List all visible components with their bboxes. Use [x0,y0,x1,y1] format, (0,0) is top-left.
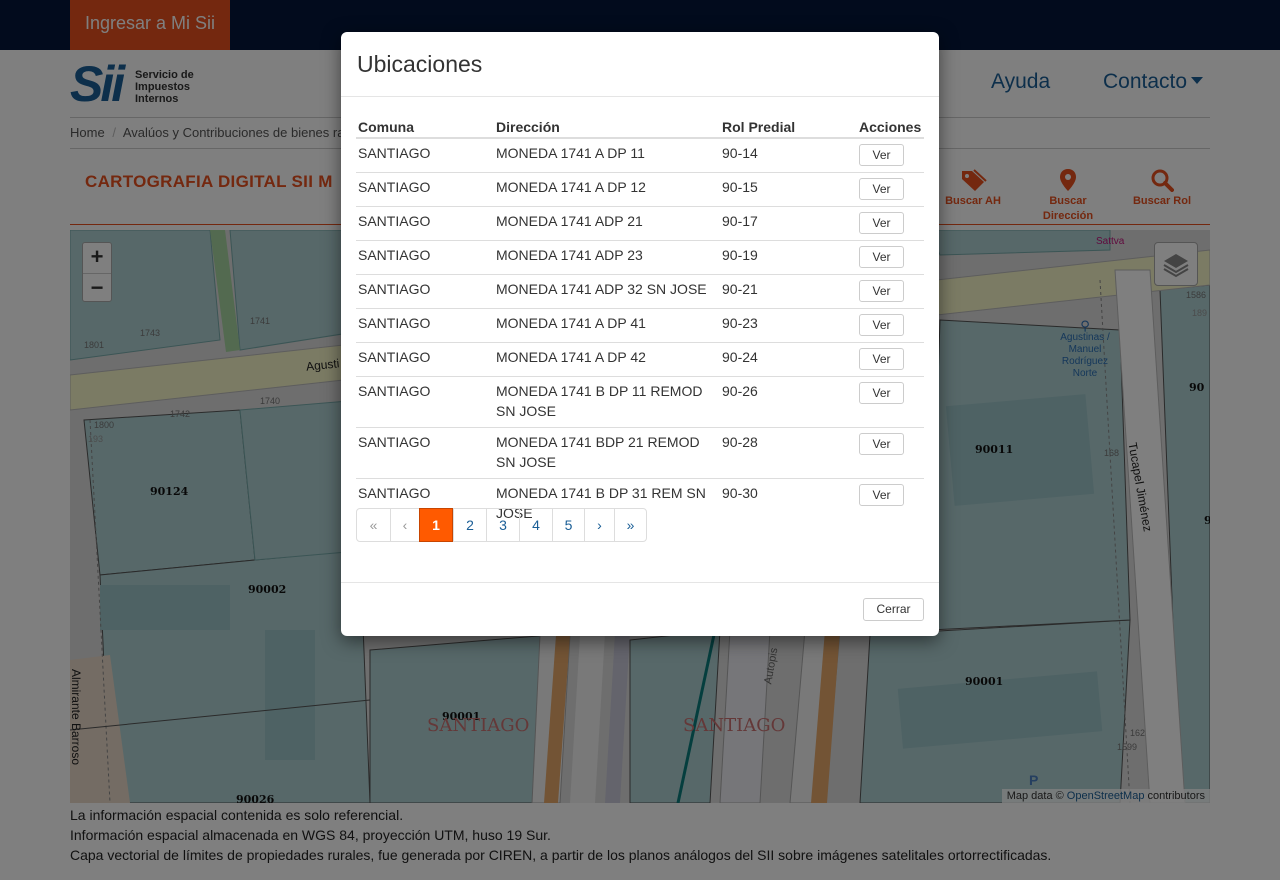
cell-rol: 90-21 [720,274,857,309]
cell-acciones: Ver [857,427,924,479]
cell-comuna: SANTIAGO [356,427,494,479]
ubicaciones-modal: Ubicaciones Comuna Dirección Rol Predial… [341,32,939,636]
pagination-last[interactable]: » [614,509,646,541]
cell-rol: 90-15 [720,172,857,207]
cell-direccion: MONEDA 1741 A DP 11 [496,145,645,161]
cell-comuna: SANTIAGO [356,240,494,275]
cell-acciones: Ver [857,478,924,529]
cell-comuna: SANTIAGO [356,172,494,207]
ver-button[interactable]: Ver [859,280,904,302]
pagination-page-2[interactable]: 2 [453,509,486,541]
column-header-rol: Rol Predial [720,112,857,139]
cell-direccion: MONEDA 1741 ADP 32 SN JOSE [494,274,720,309]
table-row: SANTIAGO MONEDA 1741 ADP 21 90-17 Ver [356,206,924,241]
cell-acciones: Ver [857,376,924,428]
column-header-acciones: Acciones [857,112,924,139]
ver-button[interactable]: Ver [859,433,904,455]
cell-direccion: MONEDA 1741 B DP 11 REMOD SN JOSE [494,376,720,428]
pagination-next[interactable]: › [584,509,614,541]
cell-acciones: Ver [857,274,924,309]
ver-button[interactable]: Ver [859,212,904,234]
table-header-row: Comuna Dirección Rol Predial Acciones [356,112,924,139]
pagination: « ‹ 1 2 3 4 5 › » [356,508,647,542]
pagination-page-4[interactable]: 4 [519,509,552,541]
pagination-page-1[interactable]: 1 [419,508,453,542]
column-header-direccion: Dirección [494,112,720,139]
modal-title: Ubicaciones [357,51,483,77]
cell-comuna: SANTIAGO [356,342,494,377]
table-row: SANTIAGO MONEDA 1741 ADP 32 SN JOSE 90-2… [356,274,924,309]
cell-rol: 90-30 [720,478,857,529]
cell-rol: 90-28 [720,427,857,479]
cell-acciones: Ver [857,308,924,343]
table-row: SANTIAGO MONEDA 1741 A DP 42 90-24 Ver [356,342,924,377]
cell-direccion: MONEDA 1741 BDP 21 REMOD SN JOSE [494,427,720,479]
cell-direccion: MONEDA 1741 ADP 21 [494,206,720,241]
ver-button[interactable]: Ver [859,246,904,268]
ver-button[interactable]: Ver [859,178,904,200]
table-row: SANTIAGO MONEDA 1741 A DP 41 90-23 Ver [356,308,924,343]
pagination-page-3[interactable]: 3 [486,509,519,541]
cell-direccion: MONEDA 1741 A DP 42 [494,342,720,377]
cell-comuna: SANTIAGO [356,274,494,309]
close-button[interactable]: Cerrar [863,598,924,621]
cell-direccion: MONEDA 1741 ADP 23 [494,240,720,275]
table-row: SANTIAGO MONEDA 1741 A DP 11 90-14 Ver [356,138,924,173]
modal-header-divider [341,96,939,97]
cell-rol: 90-17 [720,206,857,241]
cell-comuna: SANTIAGO [358,145,431,161]
cell-acciones: Ver [857,138,924,173]
table-row: SANTIAGO MONEDA 1741 B DP 11 REMOD SN JO… [356,376,924,428]
table-row: SANTIAGO MONEDA 1741 ADP 23 90-19 Ver [356,240,924,275]
cell-direccion: MONEDA 1741 A DP 41 [494,308,720,343]
pagination-prev[interactable]: ‹ [390,509,419,541]
cell-rol: 90-26 [720,376,857,428]
cell-comuna: SANTIAGO [356,206,494,241]
cell-acciones: Ver [857,172,924,207]
table-row: SANTIAGO MONEDA 1741 BDP 21 REMOD SN JOS… [356,427,924,479]
pagination-page-5[interactable]: 5 [552,509,584,541]
cell-acciones: Ver [857,206,924,241]
ver-button[interactable]: Ver [859,144,904,166]
ver-button[interactable]: Ver [859,382,904,404]
cell-direccion: MONEDA 1741 A DP 12 [494,172,720,207]
cell-rol: 90-23 [720,308,857,343]
ver-button[interactable]: Ver [859,314,904,336]
cell-comuna: SANTIAGO [356,376,494,428]
pagination-first[interactable]: « [357,509,390,541]
cell-acciones: Ver [857,342,924,377]
ver-button[interactable]: Ver [859,484,904,506]
cell-rol: 90-14 [722,145,758,161]
table-row: SANTIAGO MONEDA 1741 A DP 12 90-15 Ver [356,172,924,207]
modal-footer-divider [341,582,939,583]
ver-button[interactable]: Ver [859,348,904,370]
cell-acciones: Ver [857,240,924,275]
cell-comuna: SANTIAGO [356,308,494,343]
ubicaciones-table: Comuna Dirección Rol Predial Acciones SA… [356,112,924,529]
cell-rol: 90-19 [720,240,857,275]
cell-rol: 90-24 [720,342,857,377]
column-header-comuna: Comuna [356,112,494,139]
